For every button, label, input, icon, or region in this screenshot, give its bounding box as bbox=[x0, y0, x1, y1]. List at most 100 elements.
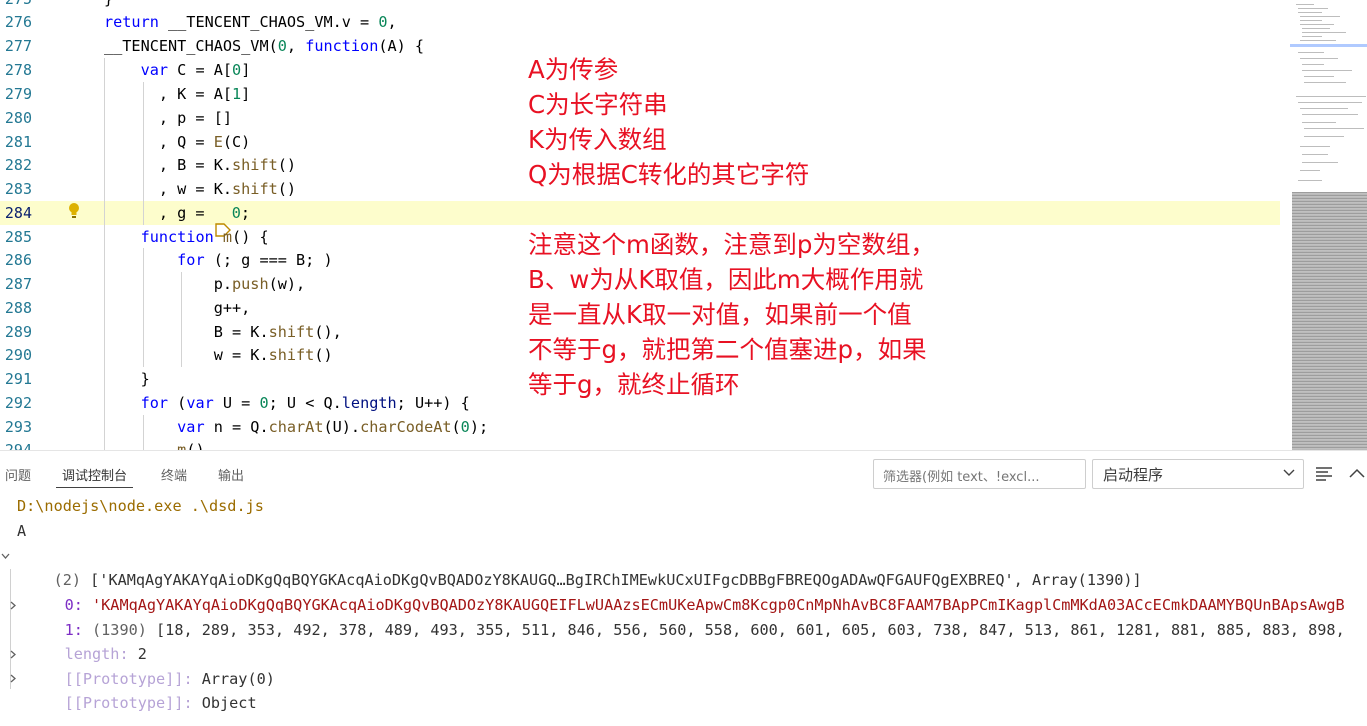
code-token: (), bbox=[314, 323, 342, 341]
code-token: n = Q. bbox=[204, 418, 269, 436]
line-number: 286 bbox=[4, 251, 32, 269]
code-line[interactable]: 277 __TENCENT_CHAOS_VM(0, function(A) { bbox=[0, 34, 1280, 58]
code-token: } bbox=[104, 0, 113, 8]
code-text: var C = A[0] bbox=[104, 58, 251, 82]
code-token: 1 bbox=[232, 85, 242, 103]
code-token: , Q = bbox=[104, 133, 214, 151]
tree-guide bbox=[10, 569, 11, 689]
code-token: m bbox=[222, 228, 233, 246]
code-token: var bbox=[140, 61, 169, 79]
annotation-k: K为传入数组 bbox=[528, 125, 667, 154]
code-token: length bbox=[341, 394, 397, 412]
code-text: B = K.shift(), bbox=[104, 320, 342, 344]
code-token: 0 bbox=[232, 61, 242, 79]
code-token: for bbox=[140, 394, 169, 412]
launch-config-label: 启动程序 bbox=[1103, 466, 1164, 484]
code-token: shift bbox=[232, 156, 278, 174]
code-editor[interactable]: 275}276return __TENCENT_CHAOS_VM.v = 0,2… bbox=[0, 0, 1290, 450]
tab-debug-console[interactable]: 调试控制台 bbox=[62, 465, 127, 484]
code-line[interactable]: 276 return __TENCENT_CHAOS_VM.v = 0, bbox=[0, 10, 1280, 34]
code-token: } bbox=[104, 370, 150, 388]
line-number: 285 bbox=[4, 228, 32, 246]
indent-guide bbox=[143, 82, 144, 225]
line-number: 280 bbox=[4, 109, 32, 127]
code-text: function m() { bbox=[104, 225, 269, 249]
code-text: m() bbox=[104, 438, 204, 450]
code-token: ] bbox=[241, 85, 251, 103]
filter-input[interactable]: 筛选器(例如 text、!excl... bbox=[873, 459, 1086, 489]
lightbulb-icon[interactable] bbox=[67, 202, 81, 220]
expand-arrow-icon[interactable] bbox=[1, 552, 10, 561]
code-text: , p = [] bbox=[104, 106, 232, 130]
bottom-panel: 问题 调试控制台 终端 输出 筛选器(例如 text、!excl... 启动程序… bbox=[0, 450, 1367, 726]
code-token: function bbox=[140, 228, 214, 246]
collapse-output-icon[interactable] bbox=[1314, 465, 1334, 481]
tab-terminal[interactable]: 终端 bbox=[161, 465, 187, 484]
expand-arrow-icon[interactable] bbox=[9, 601, 18, 610]
annotation-q: Q为根据C转化的其它字符 bbox=[528, 160, 810, 189]
code-token: (A) { bbox=[378, 37, 425, 55]
code-token: , g = bbox=[104, 204, 214, 222]
code-token: p. bbox=[104, 275, 233, 293]
code-token: var bbox=[186, 394, 214, 412]
line-number: 291 bbox=[4, 370, 32, 388]
annotation-m-4: 不等于g，就把第二个值塞进p，如果 bbox=[528, 335, 927, 364]
code-token: , p = [] bbox=[104, 109, 233, 127]
expand-arrow-icon[interactable] bbox=[9, 674, 18, 683]
minimap-dense-code bbox=[1292, 192, 1367, 450]
console-prototype-object[interactable]: [[Prototype]]: Object bbox=[28, 667, 257, 726]
expand-arrow-icon[interactable] bbox=[9, 650, 18, 659]
code-line[interactable]: 284 , g = 0; bbox=[0, 201, 1280, 237]
line-number: 281 bbox=[4, 133, 32, 151]
code-token: , B = K. bbox=[104, 156, 233, 174]
code-text: , w = K.shift() bbox=[104, 177, 296, 201]
code-token: w = K. bbox=[104, 346, 269, 364]
code-line[interactable]: 294 m() bbox=[0, 438, 1280, 450]
chevron-up-icon[interactable] bbox=[1347, 465, 1367, 481]
code-text: } bbox=[104, 367, 150, 391]
code-token: ; bbox=[240, 204, 251, 222]
line-number: 278 bbox=[4, 61, 32, 79]
code-token: () bbox=[277, 180, 297, 198]
tab-problems[interactable]: 问题 bbox=[5, 465, 31, 484]
code-line[interactable]: 278 var C = A[0] bbox=[0, 58, 1280, 82]
code-token: charAt bbox=[268, 418, 324, 436]
launch-config-select[interactable]: 启动程序 bbox=[1092, 459, 1304, 489]
code-text: , Q = E(C) bbox=[104, 130, 250, 154]
indent-guide bbox=[181, 272, 182, 367]
line-number: 292 bbox=[4, 394, 32, 412]
line-number: 288 bbox=[4, 299, 32, 317]
code-text: , B = K.shift() bbox=[104, 153, 296, 177]
code-token: for bbox=[177, 251, 205, 269]
code-token: 0 bbox=[277, 37, 287, 55]
code-token: E bbox=[213, 133, 223, 151]
code-token: ] bbox=[241, 61, 251, 79]
code-token: , K = A[ bbox=[104, 85, 233, 103]
code-token: shift bbox=[268, 346, 315, 364]
annotation-m-3: 是一直从K取一对值，如果前一个值 bbox=[528, 300, 912, 329]
line-number: 283 bbox=[4, 180, 32, 198]
code-text: __TENCENT_CHAOS_VM(0, function(A) { bbox=[104, 34, 424, 58]
line-number: 276 bbox=[4, 13, 32, 31]
indent-guide bbox=[143, 248, 144, 367]
code-text: w = K.shift() bbox=[104, 343, 333, 367]
line-number: 282 bbox=[4, 156, 32, 174]
code-token: C = A[ bbox=[168, 61, 233, 79]
tab-output[interactable]: 输出 bbox=[218, 465, 244, 484]
code-token: (; g === B; ) bbox=[204, 251, 333, 269]
annotation-m-5: 等于g，就终止循环 bbox=[528, 370, 740, 399]
code-token: function bbox=[305, 37, 379, 55]
minimap[interactable] bbox=[1290, 0, 1367, 450]
code-line[interactable]: 293 var n = Q.charAt(U).charCodeAt(0); bbox=[0, 415, 1280, 439]
code-text: , K = A[1] bbox=[104, 82, 250, 106]
code-text: for (; g === B; ) bbox=[104, 248, 333, 272]
code-token: m bbox=[177, 441, 187, 450]
code-token: shift bbox=[268, 323, 315, 341]
code-token: ; U < Q. bbox=[268, 394, 342, 412]
minimap-viewport[interactable] bbox=[1290, 44, 1367, 47]
